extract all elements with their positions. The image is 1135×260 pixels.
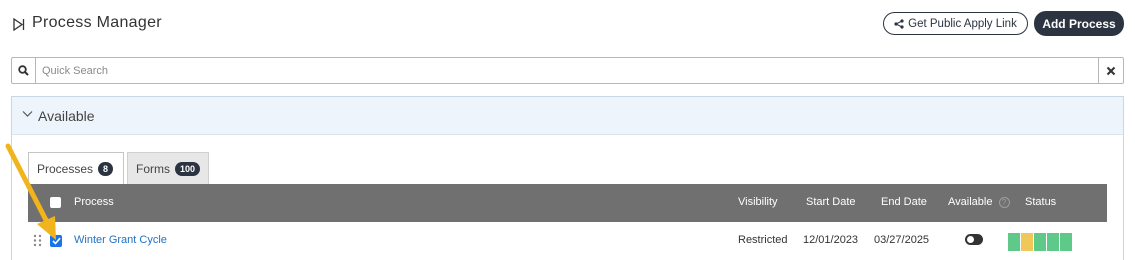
table-header: Process Visibility Start Date End Date A… <box>28 184 1107 222</box>
row-checkbox[interactable] <box>50 235 62 247</box>
drag-handle-icon[interactable] <box>33 234 42 247</box>
end-date-cell: 03/27/2025 <box>874 234 930 246</box>
available-panel-title: Available <box>38 108 95 124</box>
tab-processes-label: Processes <box>37 162 94 176</box>
toggle-knob <box>967 236 974 243</box>
search-button[interactable] <box>12 58 36 83</box>
available-panel: Available Processes 8 Forms 100 Process … <box>11 96 1124 260</box>
quick-search-bar <box>11 57 1124 84</box>
process-name-link[interactable]: Winter Grant Cycle <box>74 234 167 246</box>
get-public-apply-link-label: Get Public Apply Link <box>908 17 1017 30</box>
question-circle-icon[interactable]: ? <box>998 196 1010 208</box>
share-icon <box>894 18 904 29</box>
play-outline-icon <box>13 18 25 31</box>
column-header-available-label: Available <box>948 196 993 208</box>
check-icon <box>51 237 61 245</box>
search-icon <box>18 65 29 76</box>
table-row: Winter Grant Cycle Restricted 12/01/2023… <box>28 222 1107 260</box>
available-toggle[interactable] <box>965 234 983 245</box>
forms-count-badge: 100 <box>175 162 201 176</box>
column-header-visibility[interactable]: Visibility <box>738 196 778 208</box>
processes-count-badge: 8 <box>98 162 114 176</box>
status-segment <box>1008 233 1020 251</box>
page-header: Process Manager Get Public Apply Link Ad… <box>0 0 1135 48</box>
status-indicator <box>1008 233 1072 251</box>
get-public-apply-link-button[interactable]: Get Public Apply Link <box>883 12 1028 35</box>
quick-search-input[interactable] <box>42 62 1082 79</box>
tab-processes[interactable]: Processes 8 <box>28 152 124 185</box>
page-title: Process Manager <box>32 14 162 31</box>
close-icon <box>1106 66 1116 75</box>
add-process-button[interactable]: Add Process <box>1034 11 1124 36</box>
status-segment <box>1034 233 1046 251</box>
visibility-cell: Restricted <box>738 234 788 246</box>
column-header-process[interactable]: Process <box>74 196 114 208</box>
column-header-end-date[interactable]: End Date <box>881 196 927 208</box>
clear-search-button[interactable] <box>1098 58 1123 83</box>
column-header-status[interactable]: Status <box>1025 196 1056 208</box>
start-date-cell: 12/01/2023 <box>803 234 859 246</box>
status-segment <box>1021 233 1033 251</box>
tab-forms[interactable]: Forms 100 <box>127 152 209 185</box>
chevron-down-icon <box>22 111 33 117</box>
available-panel-header[interactable]: Available <box>12 97 1123 135</box>
column-header-available[interactable]: Available ? <box>948 196 1010 208</box>
status-segment <box>1047 233 1059 251</box>
tab-forms-label: Forms <box>136 162 170 176</box>
status-segment <box>1060 233 1072 251</box>
column-header-start-date[interactable]: Start Date <box>806 196 856 208</box>
select-all-checkbox[interactable] <box>50 197 61 208</box>
